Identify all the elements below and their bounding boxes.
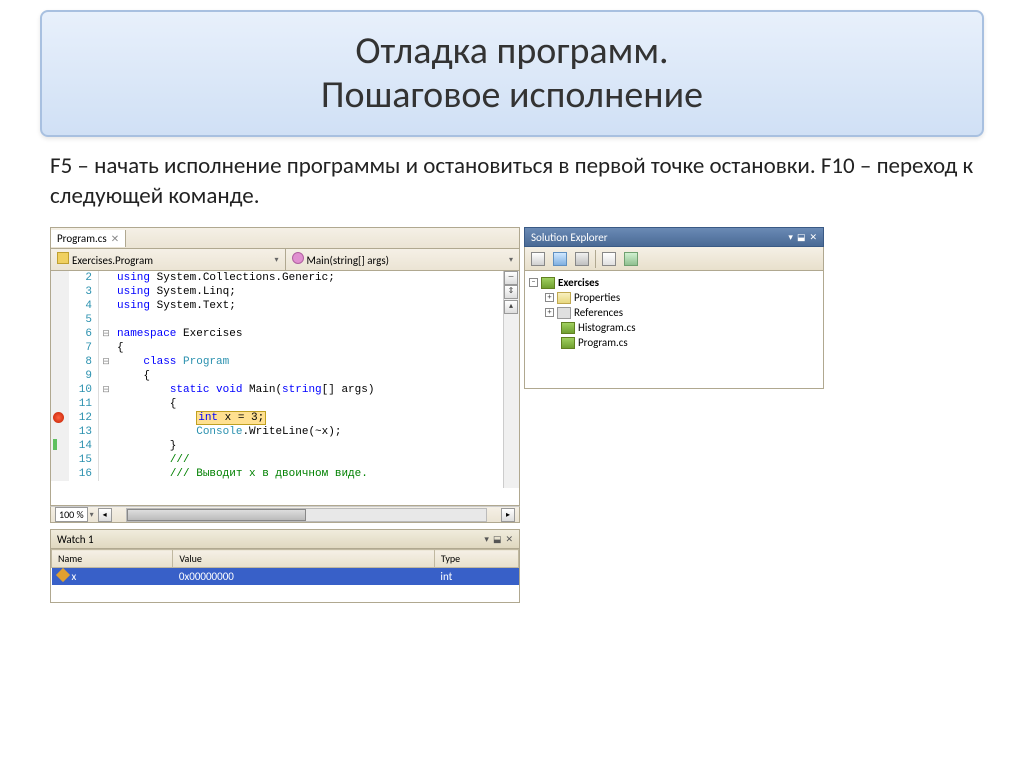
class-dropdown[interactable]: Exercises.Program ▾ xyxy=(51,249,286,270)
solution-tree: − Exercises + Properties + References Hi… xyxy=(524,271,824,389)
file-label: Program.cs xyxy=(578,336,628,349)
nav-up-icon[interactable]: ⇕ xyxy=(504,285,518,299)
watch-header-row: Name Value Type xyxy=(52,550,519,568)
csharp-file-icon xyxy=(561,322,575,334)
method-icon xyxy=(292,252,304,264)
file-tab-label: Program.cs xyxy=(57,232,107,245)
scroll-up-icon[interactable]: ▴ xyxy=(504,300,518,314)
solution-toolbar xyxy=(524,247,824,271)
dropdown-icon[interactable]: ▾ xyxy=(788,232,793,243)
solution-explorer-title: Solution Explorer xyxy=(531,231,608,244)
horizontal-scrollbar[interactable] xyxy=(126,508,487,522)
scroll-left-icon[interactable]: ◂ xyxy=(98,508,112,522)
breakpoint-icon[interactable] xyxy=(53,412,64,423)
file-node[interactable]: Histogram.cs xyxy=(529,320,819,335)
title-line-1: Отладка программ. xyxy=(355,28,668,74)
chevron-down-icon: ▾ xyxy=(274,255,278,265)
slide-title: Отладка программ.Пошаговое исполнение xyxy=(40,10,984,137)
watch-col-name[interactable]: Name xyxy=(52,550,173,568)
show-all-files-button[interactable] xyxy=(551,250,569,268)
references-node[interactable]: + References xyxy=(529,305,819,320)
method-dropdown-label: Main(string[] args) xyxy=(307,254,390,267)
expand-icon[interactable]: + xyxy=(545,293,554,302)
editor-footer: 100 % ▾ ◂ ▸ xyxy=(50,506,520,523)
project-node[interactable]: − Exercises xyxy=(529,275,819,290)
watch-panel-header: Watch 1 ▾ ⬓ ✕ xyxy=(50,529,520,549)
ide-screenshot: Program.cs ✕ Exercises.Program ▾ Main(st… xyxy=(50,227,974,603)
close-icon[interactable]: ✕ xyxy=(111,232,119,245)
solution-explorer-header: Solution Explorer ▾ ⬓ ✕ xyxy=(524,227,824,247)
watch-var-type: int xyxy=(434,568,518,586)
file-node[interactable]: Program.cs xyxy=(529,335,819,350)
code-editor[interactable]: 2345678910111213141516⊟⊟⊟using System.Co… xyxy=(50,271,520,506)
class-dropdown-label: Exercises.Program xyxy=(72,254,153,267)
modified-marker xyxy=(53,439,57,450)
navigation-bar: Exercises.Program ▾ Main(string[] args) … xyxy=(50,249,520,271)
expand-icon[interactable]: + xyxy=(545,308,554,317)
watch-table: Name Value Type x 0x00000000 int xyxy=(50,549,520,603)
watch-col-type[interactable]: Type xyxy=(434,550,518,568)
collapse-icon[interactable]: − xyxy=(529,278,538,287)
pin-icon[interactable]: ⬓ xyxy=(493,534,502,545)
close-icon[interactable]: ✕ xyxy=(809,232,817,243)
scroll-right-icon[interactable]: ▸ xyxy=(501,508,515,522)
folder-icon xyxy=(557,292,571,304)
properties-node[interactable]: + Properties xyxy=(529,290,819,305)
zoom-level[interactable]: 100 % xyxy=(55,507,88,522)
refresh-button[interactable] xyxy=(573,250,591,268)
view-designer-button[interactable] xyxy=(622,250,640,268)
watch-empty-row[interactable] xyxy=(52,585,519,602)
references-icon xyxy=(557,307,571,319)
watch-title: Watch 1 xyxy=(57,533,94,546)
project-label: Exercises xyxy=(558,276,599,289)
csproj-icon xyxy=(541,277,555,289)
watch-col-value[interactable]: Value xyxy=(173,550,435,568)
variable-icon xyxy=(55,568,69,582)
watch-var-name: x xyxy=(72,570,77,583)
chevron-down-icon[interactable]: ▾ xyxy=(90,510,94,520)
method-dropdown[interactable]: Main(string[] args) ▾ xyxy=(286,249,520,270)
class-icon xyxy=(57,252,69,264)
description-text: F5 – начать исполнение программы и остан… xyxy=(50,152,974,212)
pin-icon[interactable]: ⬓ xyxy=(797,232,806,243)
split-icon[interactable]: ─ xyxy=(504,271,518,285)
watch-var-value: 0x00000000 xyxy=(173,568,435,586)
file-tab[interactable]: Program.cs ✕ xyxy=(51,230,126,247)
close-icon[interactable]: ✕ xyxy=(505,534,513,545)
dropdown-icon[interactable]: ▾ xyxy=(484,534,489,545)
references-label: References xyxy=(574,306,623,319)
title-line-2: Пошаговое исполнение xyxy=(321,72,703,118)
csharp-file-icon xyxy=(561,337,575,349)
vertical-scrollbar[interactable]: ─ ⇕ ▴ xyxy=(503,271,519,488)
chevron-down-icon: ▾ xyxy=(509,255,513,265)
view-code-button[interactable] xyxy=(600,250,618,268)
scroll-thumb[interactable] xyxy=(127,509,307,521)
file-label: Histogram.cs xyxy=(578,321,636,334)
watch-row[interactable]: x 0x00000000 int xyxy=(52,568,519,586)
editor-tab-bar: Program.cs ✕ xyxy=(50,227,520,249)
properties-button[interactable] xyxy=(529,250,547,268)
properties-label: Properties xyxy=(574,291,620,304)
